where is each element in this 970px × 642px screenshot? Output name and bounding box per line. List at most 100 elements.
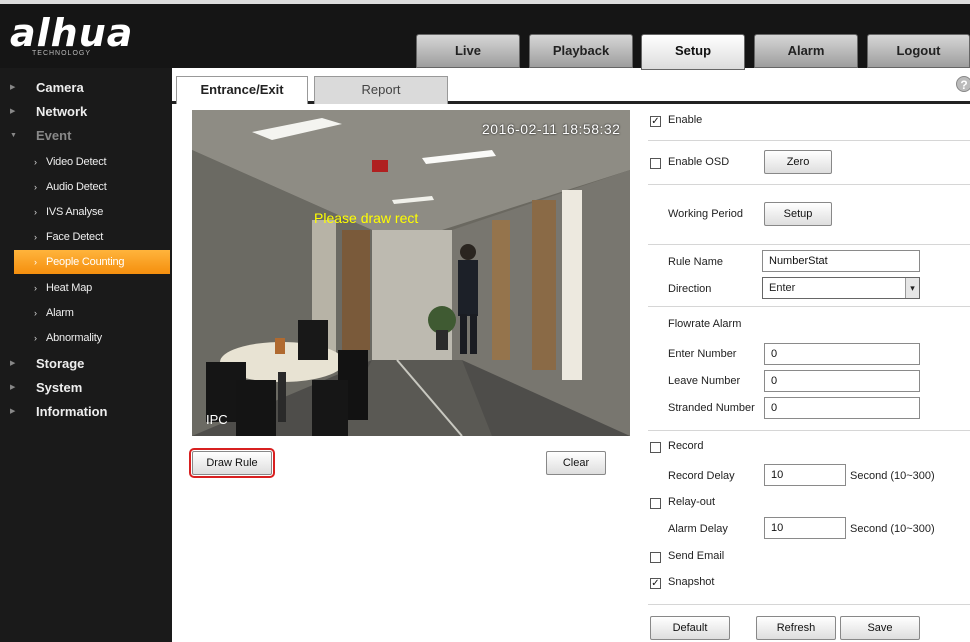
video-overlay-hint: Please draw rect [314, 210, 419, 226]
sidebar-item-label: Abnormality [46, 332, 102, 344]
sidebar-item-label: Camera [36, 80, 84, 95]
sidebar-item-label: IVS Analyse [46, 206, 104, 218]
send-email-label: Send Email [668, 550, 725, 562]
alarm-delay-input[interactable]: 10 [764, 517, 846, 539]
flowrate-alarm-label: Flowrate Alarm [668, 318, 742, 330]
collapsed-arrow-icon: ▶ [10, 84, 16, 91]
logo-text: alhua [10, 11, 134, 55]
nav-tab-live[interactable]: Live [416, 34, 520, 68]
chevron-right-icon: › [34, 308, 37, 318]
help-icon[interactable]: ? [956, 76, 970, 92]
collapsed-arrow-icon: ▶ [10, 384, 16, 391]
section-divider [648, 244, 970, 245]
section-divider [648, 306, 970, 307]
tab-entrance-exit[interactable]: Entrance/Exit [176, 76, 308, 104]
chevron-right-icon: › [34, 257, 37, 267]
direction-label: Direction [668, 283, 712, 295]
sidebar-item-audio-detect[interactable]: › Audio Detect [0, 175, 172, 199]
sidebar-item-storage[interactable]: ▶ Storage [0, 352, 172, 376]
sidebar-item-system[interactable]: ▶ System [0, 376, 172, 400]
record-delay-unit: Second (10~300) [850, 470, 935, 482]
default-button[interactable]: Default [650, 616, 730, 640]
setup-button[interactable]: Setup [764, 202, 832, 226]
record-label: Record [668, 440, 704, 452]
video-channel-label: IPC [206, 412, 228, 427]
clear-button[interactable]: Clear [546, 451, 606, 475]
sidebar-item-event[interactable]: ▼ Event [0, 124, 172, 148]
video-preview[interactable]: 2016-02-11 18:58:32 Please draw rect IPC [192, 110, 630, 436]
direction-select[interactable]: Enter ▾ [762, 277, 920, 299]
sidebar-item-information[interactable]: ▶ Information [0, 400, 172, 424]
sidebar-item-label: Heat Map [46, 282, 93, 294]
alarm-delay-unit: Second (10~300) [850, 523, 935, 535]
direction-select-value: Enter [769, 282, 796, 294]
collapsed-arrow-icon: ▶ [10, 408, 16, 415]
save-button[interactable]: Save [840, 616, 920, 640]
nav-tab-setup[interactable]: Setup [641, 34, 745, 70]
sidebar-item-label: Video Detect [46, 156, 107, 168]
sidebar-item-people-counting[interactable]: › People Counting [14, 250, 170, 274]
logo-subtitle: TECHNOLOGY [32, 50, 92, 57]
alarm-delay-label: Alarm Delay [668, 523, 728, 535]
enable-checkbox[interactable]: ✓ [650, 116, 661, 127]
sidebar-item-abnormality[interactable]: › Abnormality [0, 326, 172, 350]
sidebar-item-label: Alarm [46, 307, 74, 319]
chevron-right-icon: › [34, 283, 37, 293]
send-email-checkbox[interactable] [650, 552, 661, 563]
sidebar-item-alarm[interactable]: › Alarm [0, 301, 172, 325]
section-divider [648, 604, 970, 605]
brand-logo: alhua [10, 14, 133, 52]
chevron-right-icon: › [34, 333, 37, 343]
sidebar-item-label: Information [36, 404, 108, 419]
sidebar: ▶ Camera ▶ Network ▼ Event › Video Detec… [0, 68, 172, 642]
sidebar-item-label: Network [36, 104, 88, 119]
nav-tab-alarm[interactable]: Alarm [754, 34, 858, 68]
app-window: alhua TECHNOLOGY Live Playback Setup Ala… [0, 0, 970, 642]
section-divider [648, 140, 970, 141]
rule-name-input[interactable]: NumberStat [762, 250, 920, 272]
draw-rule-button[interactable]: Draw Rule [189, 448, 275, 478]
nav-tab-playback[interactable]: Playback [529, 34, 633, 68]
sidebar-item-label: Event [36, 128, 72, 143]
record-delay-label: Record Delay [668, 470, 735, 482]
header-bar: alhua TECHNOLOGY Live Playback Setup Ala… [0, 0, 970, 70]
snapshot-checkbox[interactable]: ✓ [650, 578, 661, 589]
leave-number-label: Leave Number [668, 375, 741, 387]
sidebar-item-video-detect[interactable]: › Video Detect [0, 150, 172, 174]
record-delay-input[interactable]: 10 [764, 464, 846, 486]
sidebar-item-label: People Counting [46, 256, 125, 268]
enable-osd-label: Enable OSD [668, 156, 730, 168]
refresh-button[interactable]: Refresh [756, 616, 836, 640]
chevron-right-icon: › [34, 157, 37, 167]
chevron-right-icon: › [34, 207, 37, 217]
chevron-right-icon: › [34, 232, 37, 242]
sidebar-item-label: System [36, 380, 83, 395]
relay-out-checkbox[interactable] [650, 498, 661, 509]
collapsed-arrow-icon: ▶ [10, 108, 16, 115]
sidebar-item-face-detect[interactable]: › Face Detect [0, 225, 172, 249]
tab-report[interactable]: Report [314, 76, 448, 104]
enter-number-input[interactable]: 0 [764, 343, 920, 365]
stranded-number-input[interactable]: 0 [764, 397, 920, 419]
record-checkbox[interactable] [650, 442, 661, 453]
sidebar-item-label: Storage [36, 356, 85, 371]
enable-osd-checkbox[interactable] [650, 158, 661, 169]
working-period-label: Working Period [668, 208, 743, 220]
sidebar-item-ivs-analyse[interactable]: › IVS Analyse [0, 200, 172, 224]
section-divider [648, 184, 970, 185]
enter-number-label: Enter Number [668, 348, 737, 360]
chevron-right-icon: › [34, 182, 37, 192]
sidebar-item-heat-map[interactable]: › Heat Map [0, 276, 172, 300]
leave-number-input[interactable]: 0 [764, 370, 920, 392]
section-divider [648, 430, 970, 431]
nav-tab-logout[interactable]: Logout [867, 34, 970, 68]
sidebar-item-network[interactable]: ▶ Network [0, 100, 172, 124]
sidebar-item-label: Audio Detect [46, 181, 107, 193]
collapsed-arrow-icon: ▶ [10, 360, 16, 367]
video-timestamp: 2016-02-11 18:58:32 [482, 121, 621, 137]
zero-button[interactable]: Zero [764, 150, 832, 174]
main-panel: Entrance/Exit Report ? 2016-02-11 18:58:… [172, 68, 970, 642]
sidebar-item-camera[interactable]: ▶ Camera [0, 76, 172, 100]
stranded-number-label: Stranded Number [668, 402, 755, 414]
enable-label: Enable [668, 114, 703, 126]
